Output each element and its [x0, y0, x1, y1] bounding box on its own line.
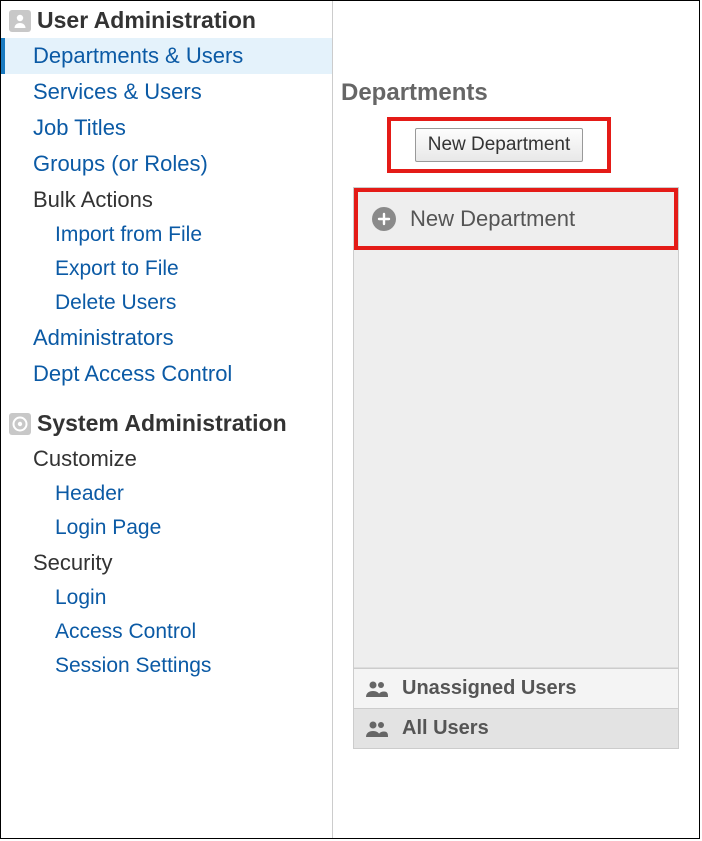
sidebar-item-label: Job Titles: [33, 115, 126, 140]
new-department-highlight: New Department: [387, 117, 611, 173]
sidebar-item-label: Security: [33, 550, 112, 575]
sidebar-subhead-bulk-actions: Bulk Actions: [1, 182, 332, 218]
sidebar-item-label: Import from File: [55, 223, 202, 246]
sidebar-item-label: Header: [55, 482, 124, 505]
sidebar-item-login[interactable]: Login: [1, 581, 332, 615]
system-admin-title: System Administration: [37, 410, 287, 437]
system-admin-header: System Administration: [1, 406, 332, 441]
sidebar-item-label: Groups (or Roles): [33, 151, 208, 176]
sidebar-item-groups-roles[interactable]: Groups (or Roles): [1, 146, 332, 182]
new-department-button[interactable]: New Department: [415, 128, 584, 162]
sidebar-item-access-control[interactable]: Access Control: [1, 615, 332, 649]
sidebar-item-label: Customize: [33, 446, 137, 471]
people-icon: [364, 719, 390, 739]
sidebar-item-label: Administrators: [33, 325, 174, 350]
sidebar-item-import-from-file[interactable]: Import from File: [1, 218, 332, 252]
sidebar-item-departments-users[interactable]: Departments & Users: [1, 38, 332, 74]
sidebar-item-services-users[interactable]: Services & Users: [1, 74, 332, 110]
sidebar-subhead-customize: Customize: [1, 441, 332, 477]
sidebar-item-label: Bulk Actions: [33, 187, 153, 212]
all-users-row[interactable]: All Users: [354, 708, 678, 748]
people-icon: [364, 679, 390, 699]
sidebar-item-label: Services & Users: [33, 79, 202, 104]
all-users-label: All Users: [402, 717, 489, 740]
sidebar-item-login-page[interactable]: Login Page: [1, 511, 332, 545]
user-admin-header: User Administration: [1, 3, 332, 38]
sidebar-item-dept-access-control[interactable]: Dept Access Control: [1, 356, 332, 392]
departments-title: Departments: [341, 79, 679, 107]
sidebar-item-label: Session Settings: [55, 654, 211, 677]
new-department-row[interactable]: New Department: [354, 188, 678, 250]
sidebar-item-label: Delete Users: [55, 291, 176, 314]
sidebar-item-export-to-file[interactable]: Export to File: [1, 252, 332, 286]
sidebar: User Administration Departments & Users …: [1, 1, 333, 838]
sidebar-item-header[interactable]: Header: [1, 477, 332, 511]
new-department-row-label: New Department: [410, 206, 575, 232]
app-frame: User Administration Departments & Users …: [0, 0, 700, 839]
sidebar-item-label: Access Control: [55, 620, 196, 643]
sidebar-item-delete-users[interactable]: Delete Users: [1, 286, 332, 320]
sidebar-item-session-settings[interactable]: Session Settings: [1, 649, 332, 683]
main-area: Departments New Department New Departmen…: [333, 1, 700, 838]
sidebar-item-job-titles[interactable]: Job Titles: [1, 110, 332, 146]
new-department-button-label: New Department: [428, 134, 571, 155]
user-admin-title: User Administration: [37, 7, 256, 34]
departments-panel: New Department Unassigned Users All User…: [353, 187, 679, 749]
departments-empty-area: [354, 250, 678, 668]
sidebar-item-label: Login: [55, 586, 106, 609]
sidebar-item-label: Departments & Users: [33, 43, 243, 68]
main-inner: Departments New Department New Departmen…: [333, 1, 700, 749]
gear-icon: [9, 413, 31, 435]
sidebar-item-label: Dept Access Control: [33, 361, 232, 386]
unassigned-users-row[interactable]: Unassigned Users: [354, 668, 678, 708]
sidebar-subhead-security: Security: [1, 545, 332, 581]
user-icon: [9, 10, 31, 32]
plus-circle-icon: [372, 207, 396, 231]
unassigned-users-label: Unassigned Users: [402, 677, 577, 700]
sidebar-item-administrators[interactable]: Administrators: [1, 320, 332, 356]
sidebar-item-label: Export to File: [55, 257, 179, 280]
sidebar-item-label: Login Page: [55, 516, 161, 539]
